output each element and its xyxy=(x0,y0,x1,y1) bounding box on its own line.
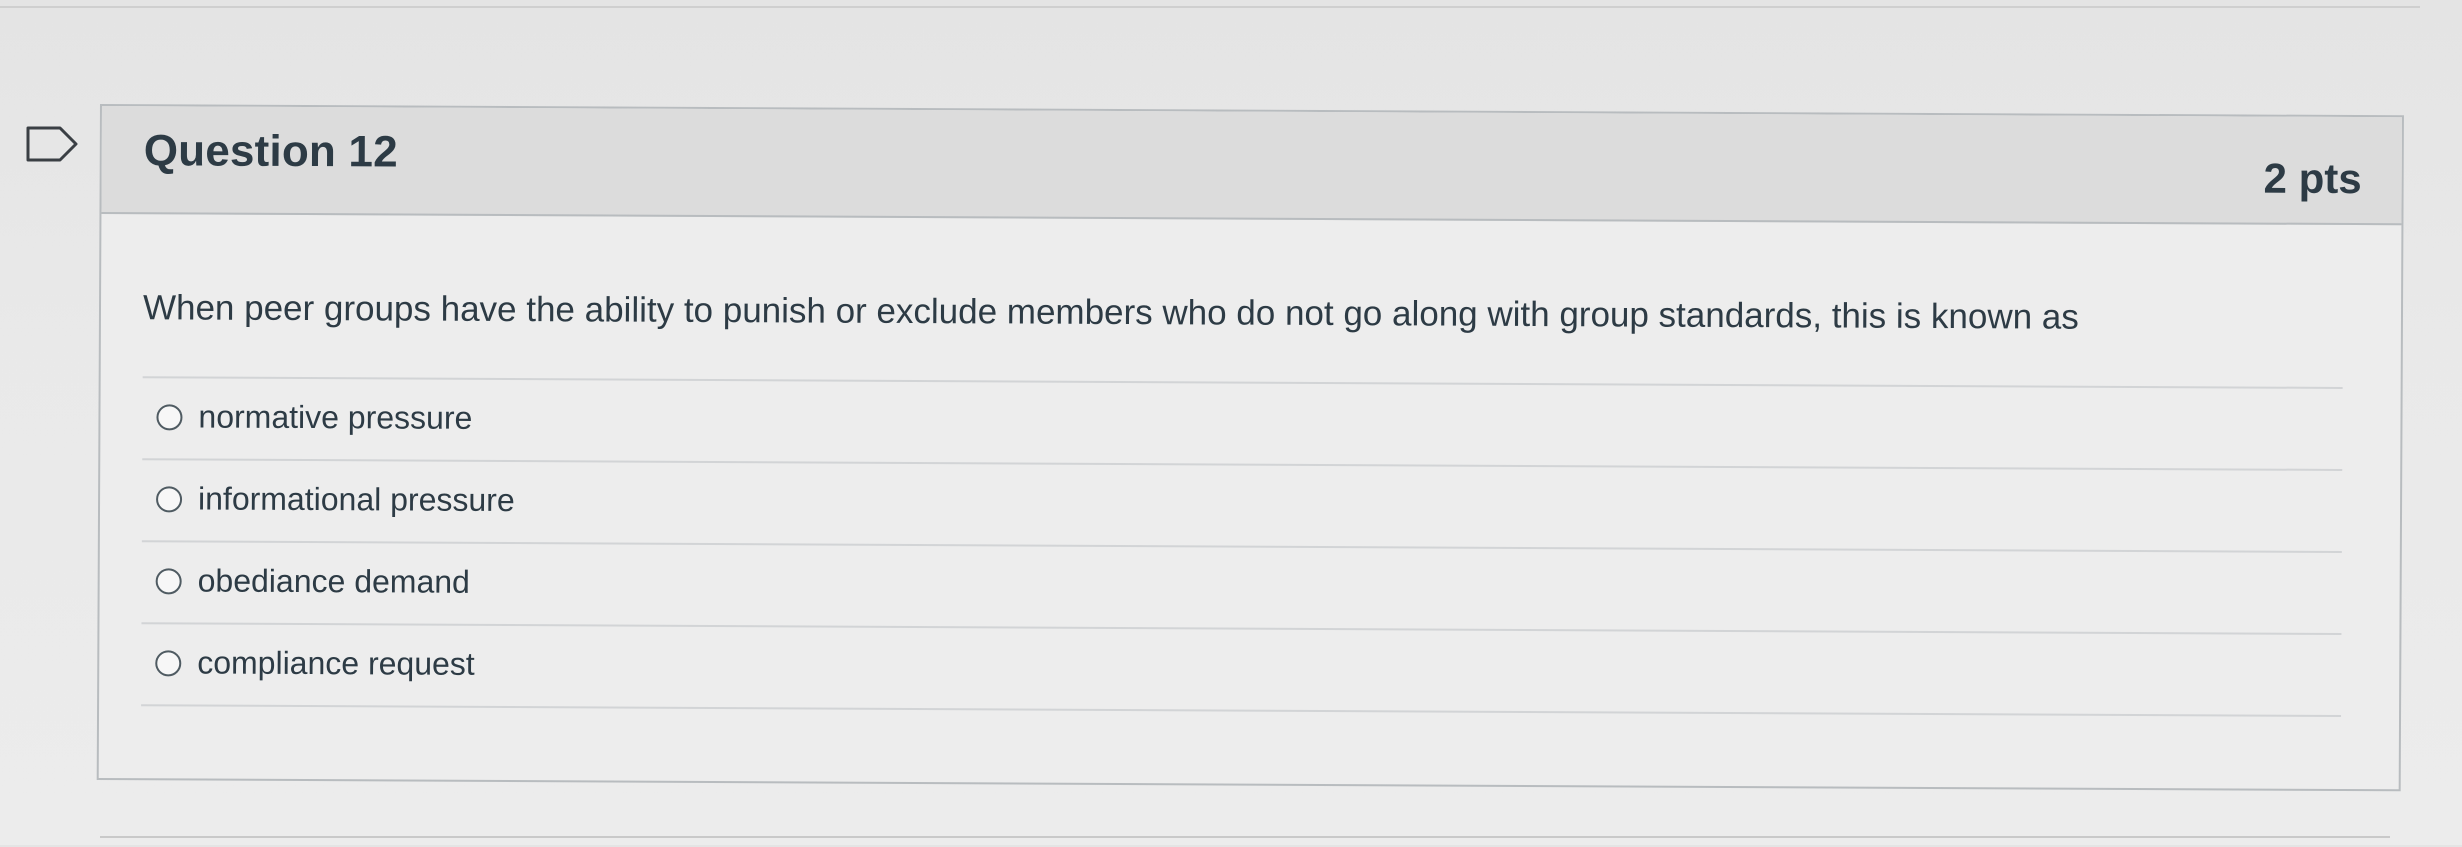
answer-label[interactable]: compliance request xyxy=(197,644,475,682)
quiz-page: Question 12 2 pts When peer groups have … xyxy=(0,0,2462,845)
top-divider xyxy=(0,0,2420,8)
answer-option[interactable]: informational pressure xyxy=(141,458,2343,551)
answer-option[interactable]: obediance demand xyxy=(141,540,2342,633)
question-title: Question 12 xyxy=(143,126,398,177)
radio-unselected-icon[interactable] xyxy=(156,486,183,513)
answer-option[interactable]: compliance request xyxy=(141,622,2342,717)
bottom-divider xyxy=(100,836,2390,847)
flag-icon[interactable] xyxy=(24,124,80,164)
question-text: When peer groups have the ability to pun… xyxy=(142,288,2079,337)
radio-unselected-icon[interactable] xyxy=(155,650,182,677)
question-card: Question 12 2 pts When peer groups have … xyxy=(96,104,2404,792)
radio-unselected-icon[interactable] xyxy=(156,404,183,431)
question-header: Question 12 2 pts xyxy=(101,106,2402,226)
answer-label[interactable]: normative pressure xyxy=(198,398,472,436)
answer-label[interactable]: informational pressure xyxy=(198,480,515,519)
question-points: 2 pts xyxy=(2263,154,2362,203)
radio-unselected-icon[interactable] xyxy=(155,568,182,595)
answer-label[interactable]: obediance demand xyxy=(198,562,470,600)
answer-list: normative pressure informational pressur… xyxy=(141,376,2343,717)
answer-option[interactable]: normative pressure xyxy=(142,376,2343,469)
